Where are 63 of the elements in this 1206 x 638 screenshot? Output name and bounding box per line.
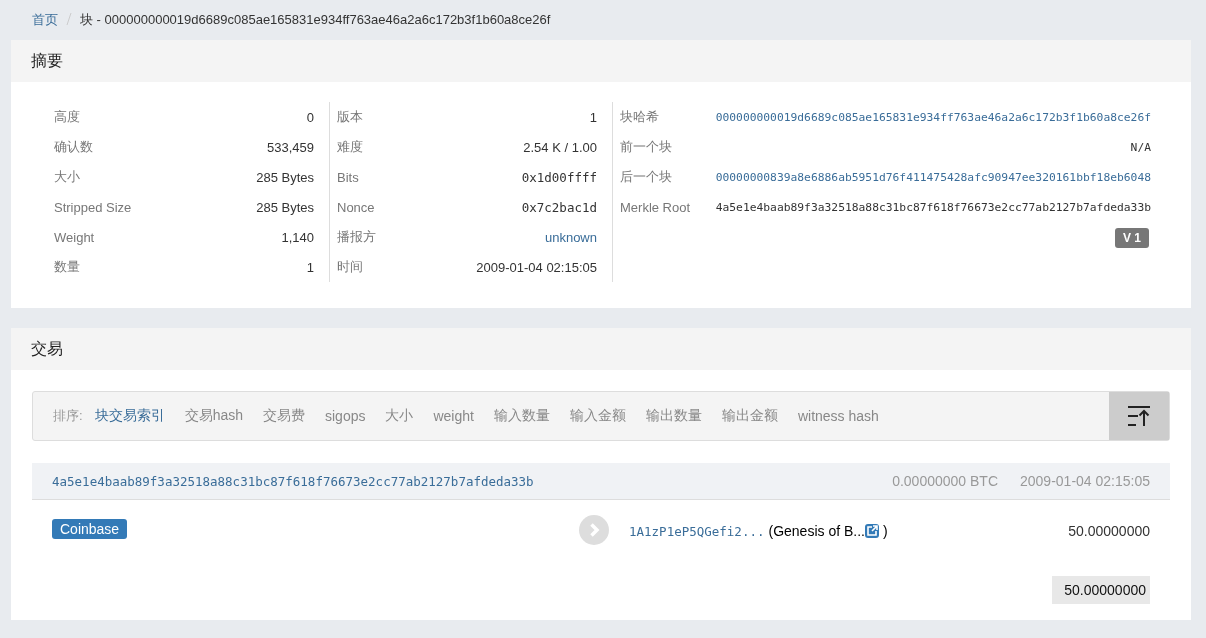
section-title: 交易 <box>11 328 1191 370</box>
sort-option[interactable]: sigops <box>325 408 366 424</box>
sort-ascending-icon <box>1127 405 1151 427</box>
address-tag: (Genesis of B... <box>768 523 865 539</box>
value-link[interactable]: 00000000839a8e6886ab5951d76f411475428afc90947ee320161bbf18eb6048 <box>715 170 1151 184</box>
field-label: Nonce <box>337 199 375 215</box>
field-value: 1 <box>306 259 314 275</box>
sort-option[interactable]: 输出金额 <box>721 407 778 425</box>
value-link[interactable]: unknown <box>544 229 597 245</box>
field-value: 4a5e1e4baab89f3a32518a88c31bc87f618f76673e2cc77ab2127b7afdeda33b <box>715 200 1151 214</box>
breadcrumb-separator-icon <box>66 12 72 25</box>
sort-option[interactable]: weight <box>433 408 474 424</box>
field-label: 数量 <box>54 258 80 276</box>
sort-option[interactable]: 输出数量 <box>645 407 702 425</box>
sort-option[interactable]: 输入数量 <box>493 407 550 425</box>
field-value: 285 Bytes <box>256 199 314 215</box>
sort-direction-button[interactable] <box>1109 392 1169 440</box>
sort-option[interactable]: 输入金额 <box>569 407 626 425</box>
field-value: 1 <box>589 109 597 125</box>
sort-option[interactable]: witness hash <box>797 408 879 424</box>
field-value: 1,140 <box>281 229 314 245</box>
transaction-hash-link[interactable]: 4a5e1e4baab89f3a32518a88c31bc87f618f76673e2cc77ab2127b7afdeda33b <box>52 473 871 489</box>
home-link[interactable]: 首页 <box>32 11 58 29</box>
breadcrumb-current: 块 - 000000000019d6689c085ae165831e934ff763ae46a2a6c172b3f1b60a8ce26f <box>80 11 551 29</box>
sort-option[interactable]: 块交易索引 <box>94 407 165 425</box>
field-label: Bits <box>337 169 359 185</box>
field-value: 0x7c2bac1d <box>521 199 597 215</box>
sort-option[interactable]: 大小 <box>385 407 414 425</box>
external-link-icon[interactable] <box>864 524 879 538</box>
field-value: 0x1d00ffff <box>521 169 597 185</box>
field-label: 确认数 <box>54 138 93 156</box>
field-label: Stripped Size <box>54 199 132 215</box>
field-label: 大小 <box>54 168 80 186</box>
sort-label: 排序: <box>53 407 83 425</box>
field-value: 2.54 K / 1.00 <box>523 139 597 155</box>
coinbase-label: Coinbase <box>52 519 128 539</box>
transaction-fee: 0.00000000 BTC <box>892 473 998 489</box>
field-label: 时间 <box>337 258 363 276</box>
field-label: 版本 <box>337 108 363 126</box>
version-badge: V 1 <box>1115 228 1149 248</box>
field-label: 高度 <box>54 108 80 126</box>
field-label: Weight <box>54 229 95 245</box>
sort-option[interactable]: 交易hash <box>184 407 243 425</box>
transaction-time: 2009-01-04 02:15:05 <box>1020 473 1150 489</box>
field-label: Merkle Root <box>620 199 692 215</box>
output-address-link[interactable]: 1A1zP1eP5QGefi2... <box>629 523 765 539</box>
arrow-right-icon <box>579 515 609 545</box>
field-label: 难度 <box>337 138 363 156</box>
output-amount: 50.00000000 <box>1068 523 1150 539</box>
field-label: 后一个块 <box>620 168 673 186</box>
total-amount: 50.00000000 <box>1052 576 1150 604</box>
field-label: 前一个块 <box>620 138 673 156</box>
field-value: N/A <box>1130 140 1151 154</box>
value-link[interactable]: 000000000019d6689c085ae165831e934ff763ae46a2a6c172b3f1b60a8ce26f <box>715 110 1151 124</box>
sort-option[interactable]: 交易费 <box>263 407 305 425</box>
field-value: 0 <box>306 109 314 125</box>
section-title: 摘要 <box>11 40 1191 82</box>
field-label: 播报方 <box>337 228 376 246</box>
field-value: 285 Bytes <box>256 169 314 185</box>
address-tag-end: ) <box>882 523 888 539</box>
field-value: 533,459 <box>267 139 314 155</box>
field-label: 块哈希 <box>620 108 660 126</box>
field-value: 2009-01-04 02:15:05 <box>476 259 597 275</box>
